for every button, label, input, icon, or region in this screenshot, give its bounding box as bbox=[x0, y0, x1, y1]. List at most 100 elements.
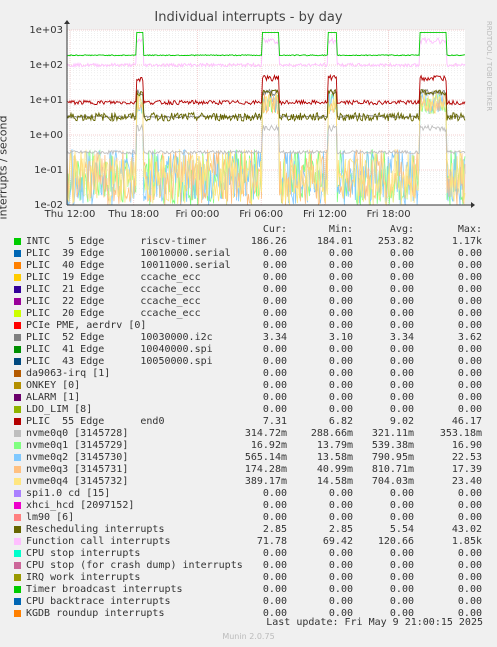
legend-avg: 0.00 bbox=[389, 380, 414, 391]
legend-row: ONKEY [0] 0.00 0.00 0.00 0.00 bbox=[0, 380, 497, 392]
legend-swatch bbox=[14, 298, 21, 305]
legend-label: INTC 5 Edge riscv-timer bbox=[26, 236, 207, 247]
legend-label: PLIC 52 Edge 10030000.i2c bbox=[26, 332, 213, 343]
legend-cur: 389.17m bbox=[244, 476, 287, 487]
legend-row: ALARM [1] 0.00 0.00 0.00 0.00 bbox=[0, 392, 497, 404]
legend-label: PLIC 39 Edge 10010000.serial bbox=[26, 248, 231, 259]
legend-avg: 790.95m bbox=[371, 452, 414, 463]
last-update: Last update: Fri May 9 21:00:15 2025 bbox=[266, 617, 483, 628]
legend-label: PLIC 41 Edge 10040000.spi bbox=[26, 344, 213, 355]
legend-swatch bbox=[14, 250, 21, 257]
legend-min: 0.00 bbox=[328, 380, 353, 391]
legend-row: nvme0q4 [3145732] 389.17m 14.58m 704.03m 23.… bbox=[0, 476, 497, 488]
legend-row: Rescheduling interrupts 2.85 2.85 5.54 43.02 bbox=[0, 524, 497, 536]
legend-swatch bbox=[14, 586, 21, 593]
legend-cur: 174.28m bbox=[244, 464, 287, 475]
legend-label: CPU stop interrupts bbox=[26, 548, 141, 559]
legend-max: 1.85k bbox=[451, 536, 482, 547]
interrupts-chart: 1e-021e-011e+001e+011e+021e+03Thu 12:00 T… bbox=[29, 20, 475, 220]
legend-label: ONKEY [0] bbox=[26, 380, 81, 391]
legend-min: 0.00 bbox=[328, 296, 353, 307]
legend-row: PLIC 41 Edge 10040000.spi 0.00 0.00 0.00 0.0… bbox=[0, 344, 497, 356]
legend-cur: 0.00 bbox=[262, 392, 287, 403]
legend-swatch bbox=[14, 382, 21, 389]
legend-cur: 0.00 bbox=[262, 572, 287, 583]
legend-swatch bbox=[14, 286, 21, 293]
x-axis-arrow bbox=[471, 202, 475, 208]
legend-row: PLIC 21 Edge ccache_ecc 0.00 0.00 0.00 0.00 bbox=[0, 284, 497, 296]
legend-label: PLIC 40 Edge 10011000.serial bbox=[26, 260, 231, 271]
legend-avg: 0.00 bbox=[389, 560, 414, 571]
legend-max: 0.00 bbox=[457, 308, 482, 319]
legend-min: 6.82 bbox=[328, 416, 353, 427]
legend-max: 22.53 bbox=[451, 452, 482, 463]
legend-swatch bbox=[14, 274, 21, 281]
legend-label: PLIC 21 Edge ccache_ecc bbox=[26, 284, 201, 295]
legend-label: nvme0q0 [3145728] bbox=[26, 428, 129, 439]
legend-cur: 314.72m bbox=[244, 428, 287, 439]
legend-min: 40.99m bbox=[316, 464, 353, 475]
legend-swatch bbox=[14, 238, 21, 245]
x-tick-label: Fri 06:00 bbox=[239, 209, 283, 220]
legend-cur: 7.31 bbox=[262, 416, 287, 427]
legend-avg: 0.00 bbox=[389, 596, 414, 607]
legend-cur: 0.00 bbox=[262, 404, 287, 415]
legend-avg: 704.03m bbox=[371, 476, 414, 487]
legend-min: 0.00 bbox=[328, 572, 353, 583]
legend-label: PCIe PME, aerdrv [0] bbox=[26, 320, 147, 331]
legend-cur: 3.34 bbox=[262, 332, 287, 343]
legend-max: 0.00 bbox=[457, 356, 482, 367]
legend-max: 0.00 bbox=[457, 248, 482, 259]
legend-swatch bbox=[14, 526, 21, 533]
legend-max: 0.00 bbox=[457, 596, 482, 607]
legend-min: 0.00 bbox=[328, 248, 353, 259]
y-tick-label: 1e+03 bbox=[29, 25, 63, 36]
legend-avg: 0.00 bbox=[389, 404, 414, 415]
legend-row: PLIC 43 Edge 10050000.spi 0.00 0.00 0.00 0.0… bbox=[0, 356, 497, 368]
legend-max: 353.18m bbox=[439, 428, 482, 439]
legend-cur: 0.00 bbox=[262, 548, 287, 559]
legend-row: INTC 5 Edge riscv-timer 186.26 184.01 253.8… bbox=[0, 236, 497, 248]
legend-row: nvme0q0 [3145728] 314.72m 288.66m 321.11m 35… bbox=[0, 428, 497, 440]
legend-row: lm90 [6] 0.00 0.00 0.00 0.00 bbox=[0, 512, 497, 524]
legend-swatch bbox=[14, 598, 21, 605]
legend-swatch bbox=[14, 514, 21, 521]
legend-min: 13.58m bbox=[316, 452, 353, 463]
legend-cur: 0.00 bbox=[262, 596, 287, 607]
legend-swatch bbox=[14, 262, 21, 269]
legend-max: 43.02 bbox=[451, 524, 482, 535]
legend-cur: 0.00 bbox=[262, 248, 287, 259]
legend-max: 0.00 bbox=[457, 512, 482, 523]
legend-cur: 0.00 bbox=[262, 488, 287, 499]
legend-cur: 0.00 bbox=[262, 380, 287, 391]
x-tick-label: Fri 18:00 bbox=[367, 209, 411, 220]
legend-max: 0.00 bbox=[457, 572, 482, 583]
legend-max: 0.00 bbox=[457, 488, 482, 499]
legend-swatch bbox=[14, 490, 21, 497]
legend-min: 0.00 bbox=[328, 548, 353, 559]
legend-swatch bbox=[14, 310, 21, 317]
legend-avg: 0.00 bbox=[389, 356, 414, 367]
legend-row: PLIC 40 Edge 10011000.serial 0.00 0.00 0.00… bbox=[0, 260, 497, 272]
legend-row: Timer broadcast interrupts 0.00 0.00 0.00 0.… bbox=[0, 584, 497, 596]
legend-label: PLIC 22 Edge ccache_ecc bbox=[26, 296, 201, 307]
legend-cur: 0.00 bbox=[262, 560, 287, 571]
legend-row: CPU backtrace interrupts 0.00 0.00 0.00 0.00 bbox=[0, 596, 497, 608]
header-avg: Avg: bbox=[389, 224, 414, 235]
legend-cur: 0.00 bbox=[262, 296, 287, 307]
legend-row: LDO_LIM [8] 0.00 0.00 0.00 0.00 bbox=[0, 404, 497, 416]
legend-min: 0.00 bbox=[328, 584, 353, 595]
legend-label: da9063-irq [1] bbox=[26, 368, 111, 379]
legend-min: 0.00 bbox=[328, 308, 353, 319]
legend-max: 0.00 bbox=[457, 260, 482, 271]
legend-cur: 186.26 bbox=[250, 236, 287, 247]
legend-label: lm90 [6] bbox=[26, 512, 75, 523]
y-tick-label: 1e-01 bbox=[34, 165, 63, 176]
legend-min: 0.00 bbox=[328, 560, 353, 571]
legend-swatch bbox=[14, 550, 21, 557]
legend-label: xhci_hcd [2097152] bbox=[26, 500, 135, 511]
legend-avg: 0.00 bbox=[389, 512, 414, 523]
legend-min: 0.00 bbox=[328, 488, 353, 499]
legend-swatch bbox=[14, 478, 21, 485]
legend-max: 3.62 bbox=[457, 332, 482, 343]
